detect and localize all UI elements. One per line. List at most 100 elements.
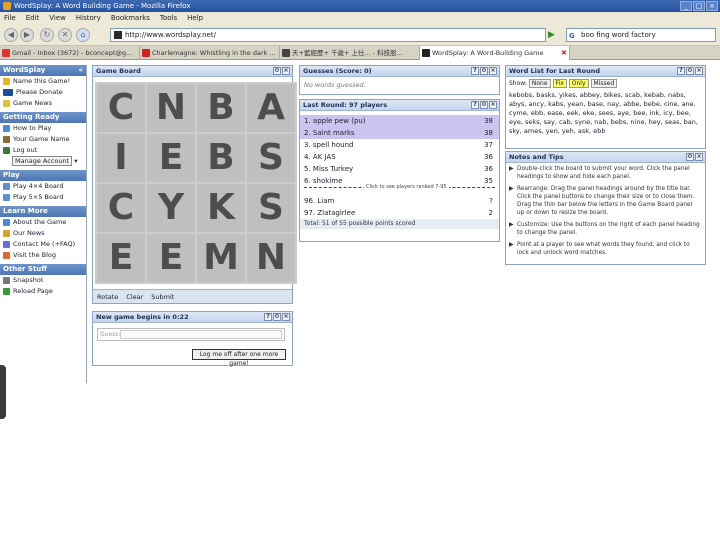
gear-icon[interactable]: ⚙ [273, 67, 281, 75]
player-row[interactable]: 1. apple pew (pu) 38 [300, 115, 499, 127]
sidebar-item-about[interactable]: About the Game [0, 217, 86, 228]
close-icon[interactable]: × [695, 153, 703, 161]
notes-header[interactable]: Notes and Tips ⚙ × [506, 152, 705, 163]
board-tile[interactable]: N [247, 234, 295, 282]
filter-fix-button[interactable]: Fix [552, 79, 567, 88]
menu-file[interactable]: File [4, 12, 16, 24]
close-icon[interactable]: × [695, 67, 703, 75]
expand-players-divider[interactable]: Click to see players ranked 7-95 [304, 184, 495, 195]
board-tile[interactable]: E [147, 134, 195, 182]
sidebar-item-snapshot[interactable]: Snapshot [0, 275, 86, 286]
sidebar-item-reload[interactable]: Reload Page [0, 286, 86, 297]
section-getting-ready[interactable]: Getting Ready [0, 112, 86, 123]
gear-icon[interactable]: ⚙ [480, 67, 488, 75]
sidebar-item-game-name[interactable]: Your Game Name [0, 134, 86, 145]
back-icon[interactable]: ◀ [4, 28, 18, 42]
clear-button[interactable]: Clear [126, 290, 143, 303]
search-bar[interactable]: G boo fing word factory [566, 28, 716, 42]
player-row[interactable]: 2. Saint marks 38 [300, 127, 499, 139]
maximize-button[interactable]: □ [693, 1, 705, 11]
sidebar-item-logout[interactable]: Log out [0, 145, 86, 156]
board-tile[interactable]: S [247, 134, 295, 182]
menu-view[interactable]: View [49, 12, 66, 24]
gear-icon[interactable]: ⚙ [686, 153, 694, 161]
section-title: Getting Ready [3, 113, 60, 121]
sidebar-item-play-5x5[interactable]: Play 5×5 Board [0, 192, 86, 203]
tab-chinese-news[interactable]: 天+藍經歷+ 千歲+ 上仕... - 科技股... [280, 46, 420, 60]
board-tile[interactable]: E [147, 234, 195, 282]
guesses-header[interactable]: Guesses (Score: 0) ? ⚙ × [300, 66, 499, 77]
board-tile[interactable]: K [197, 184, 245, 232]
sidebar-item-blog[interactable]: Visit the Blog [0, 250, 86, 261]
sidebar-item-name-game[interactable]: Name this Game! [0, 76, 86, 87]
close-window-button[interactable]: × [706, 1, 718, 11]
board-tile[interactable]: Y [147, 184, 195, 232]
help-icon[interactable]: ? [471, 101, 479, 109]
tab-charlemagne[interactable]: Charlemagne: Whistling in the dark ... [140, 46, 280, 60]
help-icon[interactable]: ? [677, 67, 685, 75]
collapse-sidebar-icon[interactable]: « [78, 65, 83, 76]
firefox-icon [3, 2, 11, 10]
board-tile[interactable]: E [97, 234, 145, 282]
section-other[interactable]: Other Stuff [0, 264, 86, 275]
sidebar-item-news[interactable]: Game News [0, 98, 86, 109]
board-tile[interactable]: B [197, 84, 245, 132]
game-board-header[interactable]: Game Board ⚙ × [93, 66, 292, 77]
player-row[interactable]: 97. Zlatagirlee 2 [300, 207, 499, 219]
menu-edit[interactable]: Edit [26, 12, 40, 24]
board-tile[interactable]: C [97, 84, 145, 132]
manage-account-select[interactable]: Manage Account ▾ [0, 156, 86, 167]
tab-wordsplay[interactable]: WordSplay: A Word-Building Game ✖ [420, 46, 570, 60]
word-list-header[interactable]: Word List for Last Round ? ⚙ × [506, 66, 705, 77]
reload-icon[interactable]: ↻ [40, 28, 54, 42]
section-play[interactable]: Play [0, 170, 86, 181]
rotate-button[interactable]: Rotate [97, 290, 118, 303]
filter-only-button[interactable]: Only [568, 79, 589, 88]
board-tile[interactable]: N [147, 84, 195, 132]
board-tile[interactable]: A [247, 84, 295, 132]
filter-none-button[interactable]: None [528, 79, 551, 88]
board-tile[interactable]: M [197, 234, 245, 282]
sidebar-item-our-news[interactable]: Our News [0, 228, 86, 239]
logoff-after-game-button[interactable]: Log me off after one more game! [192, 349, 286, 367]
section-learn-more[interactable]: Learn More [0, 206, 86, 217]
close-icon[interactable]: × [282, 67, 290, 75]
submit-button[interactable]: Submit [151, 290, 174, 303]
gear-icon[interactable]: ⚙ [480, 101, 488, 109]
board-tile[interactable]: I [97, 134, 145, 182]
close-icon[interactable]: × [489, 67, 497, 75]
go-icon[interactable]: ▶ [548, 28, 560, 42]
gear-icon[interactable]: ⚙ [686, 67, 694, 75]
player-row[interactable]: 4. AK JAS 36 [300, 151, 499, 163]
help-icon[interactable]: ? [471, 67, 479, 75]
close-tab-icon[interactable]: ✖ [561, 46, 567, 60]
menu-history[interactable]: History [76, 12, 101, 24]
board-tile[interactable]: S [247, 184, 295, 232]
sidebar-item-how-to-play[interactable]: How to Play [0, 123, 86, 134]
home-icon[interactable]: ⌂ [76, 28, 90, 42]
sidebar-item-play-4x4[interactable]: Play 4×4 Board [0, 181, 86, 192]
menu-bookmarks[interactable]: Bookmarks [111, 12, 150, 24]
player-row[interactable]: 96. Liam? [300, 195, 499, 207]
stop-icon[interactable]: ✕ [58, 28, 72, 42]
menu-help[interactable]: Help [187, 12, 203, 24]
url-bar[interactable]: http://www.wordsplay.net/ [110, 28, 546, 42]
last-round-header[interactable]: Last Round: 97 players ? ⚙ × [300, 100, 499, 111]
new-game-header[interactable]: New game begins in 0:22 ? ⚙ × [93, 312, 292, 323]
forward-icon[interactable]: ▶ [20, 28, 34, 42]
sidebar-item-donate[interactable]: Please Donate [0, 87, 86, 98]
guess-input[interactable] [120, 330, 282, 339]
tab-gmail[interactable]: Gmail - Inbox (3672) - bconcept@g... [0, 46, 140, 60]
player-row[interactable]: 5. Miss Turkey 36 [300, 163, 499, 175]
close-icon[interactable]: × [282, 313, 290, 321]
close-icon[interactable]: × [489, 101, 497, 109]
player-row[interactable]: 3. spell hound 37 [300, 139, 499, 151]
menu-tools[interactable]: Tools [160, 12, 177, 24]
minimize-button[interactable]: _ [680, 1, 692, 11]
help-icon[interactable]: ? [264, 313, 272, 321]
sidebar-item-contact[interactable]: Contact Me (+FAQ) [0, 239, 86, 250]
board-tile[interactable]: C [97, 184, 145, 232]
gear-icon[interactable]: ⚙ [273, 313, 281, 321]
filter-missed-button[interactable]: Missed [590, 79, 618, 88]
board-tile[interactable]: B [197, 134, 245, 182]
